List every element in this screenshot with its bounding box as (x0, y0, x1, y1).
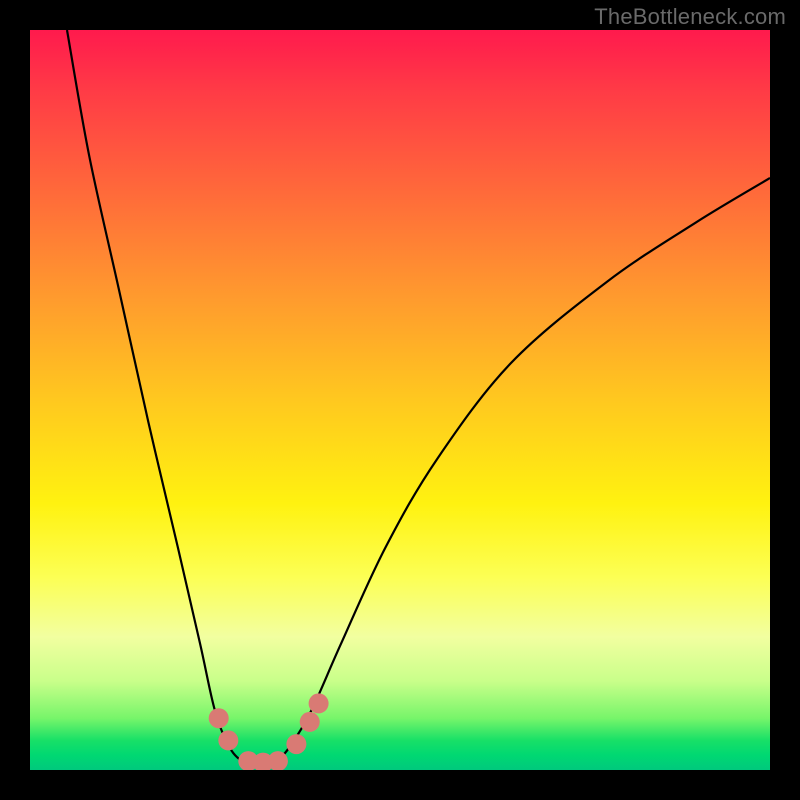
bottleneck-curve (30, 30, 770, 770)
watermark-text: TheBottleneck.com (594, 4, 786, 30)
highlight-marker (300, 712, 320, 732)
highlight-marker (309, 693, 329, 713)
curve-path (67, 30, 770, 766)
highlight-marker (209, 708, 229, 728)
plot-area (30, 30, 770, 770)
marker-group (209, 693, 329, 770)
highlight-marker (218, 730, 238, 750)
highlight-marker (286, 734, 306, 754)
chart-frame: TheBottleneck.com (0, 0, 800, 800)
